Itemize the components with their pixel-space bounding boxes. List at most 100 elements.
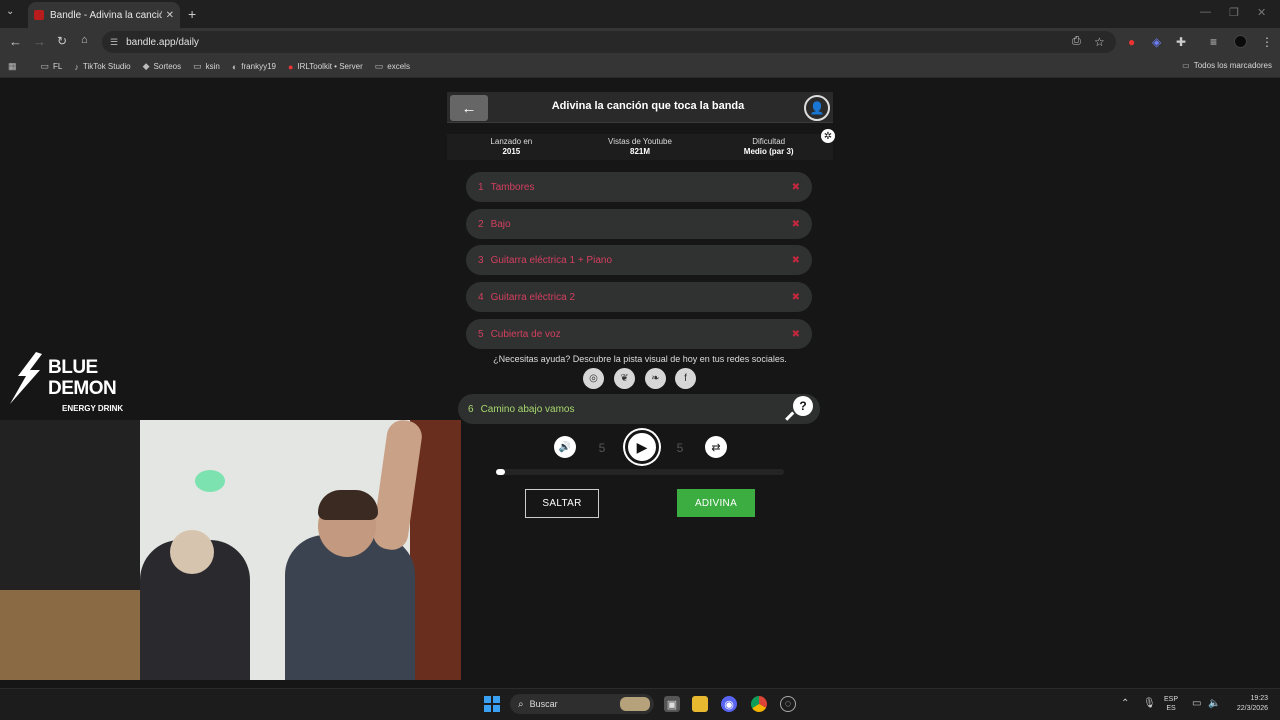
apps-grid-icon[interactable]: ▦: [8, 61, 21, 72]
language-indicator[interactable]: ESP ES: [1164, 695, 1178, 713]
wrong-mark-icon: ✖: [791, 181, 800, 193]
demon-figure-icon: [10, 352, 42, 404]
audio-progress-fill: [496, 469, 505, 475]
wrong-mark-icon: ✖: [791, 254, 800, 266]
current-guess-row[interactable]: 6 Camino abajo vamos: [458, 394, 820, 424]
tiktok-icon: ♪: [74, 61, 79, 72]
views-info: Vistas de Youtube 821M: [608, 137, 672, 156]
twitter-icon[interactable]: ❧: [645, 368, 666, 389]
difficulty-info: Dificultad Medio (par 3): [743, 137, 794, 156]
folder-icon: ▭: [374, 61, 384, 71]
profile-avatar-icon[interactable]: [1234, 35, 1247, 51]
hint-question-icon[interactable]: ?: [793, 396, 813, 416]
profile-button[interactable]: 👤: [804, 95, 830, 121]
kick-icon: ◐: [231, 61, 238, 72]
volume-icon[interactable]: 🔊: [554, 436, 576, 458]
song-info-bar: Lanzado en 2015 Vistas de Youtube 821M D…: [447, 134, 833, 160]
media-control-icon[interactable]: ≡: [1210, 35, 1217, 49]
instrument-row: 2 Bajo ✖: [466, 209, 812, 239]
tray-chevron-icon[interactable]: ⌃: [1121, 698, 1129, 709]
search-highlight-image: [620, 697, 650, 711]
instrument-row: 3 Guitarra eléctrica 1 + Piano ✖: [466, 245, 812, 275]
close-window-icon[interactable]: ✕: [1257, 6, 1266, 19]
brand-line-3: ENERGY DRINK: [62, 404, 124, 413]
skip-button[interactable]: SALTAR: [525, 489, 599, 518]
all-bookmarks-folder[interactable]: ▭ Todos los marcadores: [1182, 61, 1272, 70]
minimize-icon[interactable]: —: [1200, 6, 1211, 18]
bookmark-sorteos[interactable]: ◆ Sorteos: [143, 61, 182, 72]
tab-search-chevron-icon[interactable]: ⌄: [6, 6, 14, 17]
gem-icon: ◆: [142, 61, 150, 71]
play-button[interactable]: ▶: [625, 430, 659, 464]
app-icon[interactable]: ◌: [780, 696, 796, 712]
forward-icon[interactable]: 5: [671, 439, 689, 457]
discord-icon[interactable]: ◉: [721, 696, 737, 712]
install-app-icon[interactable]: ⎙: [1072, 35, 1081, 48]
task-view-icon[interactable]: ▣: [664, 696, 680, 712]
bookmark-excels[interactable]: ▭ excels: [375, 61, 410, 72]
browser-tab[interactable]: Bandle - Adivina la canción, u ✕: [28, 2, 180, 28]
back-button[interactable]: ←: [450, 95, 488, 121]
folder-icon: ▭: [193, 61, 202, 71]
instagram-icon[interactable]: ◎: [583, 368, 604, 389]
extensions-puzzle-icon[interactable]: ✚: [1176, 35, 1186, 49]
search-icon: ⌕: [518, 698, 524, 710]
url-text: bandle.app/daily: [126, 36, 199, 48]
brand-line-1: BLUE: [48, 357, 98, 378]
clock[interactable]: 19:23 22/3/2026: [1224, 694, 1268, 714]
bookmark-ksin[interactable]: ▭ ksin: [193, 61, 220, 72]
instrument-row: 4 Guitarra eléctrica 2 ✖: [466, 282, 812, 312]
current-guess-text: Camino abajo vamos: [480, 403, 575, 415]
bluesky-icon[interactable]: ❦: [614, 368, 635, 389]
bandle-favicon-icon: [34, 10, 44, 20]
speaker-icon[interactable]: 🔈: [1208, 698, 1220, 709]
bookmarks-bar: ▦ ▭ FL ♪ TikTok Studio ◆ Sorteos ▭ ksin ◐ fra…: [0, 56, 1280, 78]
network-icon[interactable]: ▭: [1192, 698, 1201, 709]
irltoolkit-icon: ●: [287, 61, 294, 72]
bookmark-irltoolkit[interactable]: ● IRLToolkit • Server: [288, 62, 363, 72]
play-icon: ▶: [636, 438, 648, 455]
user-icon: 👤: [809, 101, 825, 115]
facebook-icon[interactable]: f: [675, 368, 696, 389]
audio-progress-track[interactable]: [496, 469, 784, 475]
bookmark-star-icon[interactable]: ☆: [1094, 35, 1105, 49]
blue-demon-logo: BLUE DEMON ENERGY DRINK: [6, 346, 130, 416]
bookmark-tiktok-studio[interactable]: ♪ TikTok Studio: [74, 62, 130, 72]
wrong-mark-icon: ✖: [791, 328, 800, 340]
bookmark-fl[interactable]: ▭ FL: [41, 61, 63, 72]
reload-icon[interactable]: ↻: [57, 34, 67, 48]
address-bar[interactable]: ☰ bandle.app/daily: [102, 31, 1116, 53]
taskbar-search[interactable]: ⌕ Buscar: [510, 694, 654, 714]
home-icon[interactable]: ⌂: [81, 34, 88, 46]
guess-button[interactable]: ADIVINA: [677, 489, 755, 517]
forward-nav-icon[interactable]: →: [33, 34, 46, 49]
help-text: ¿Necesitas ayuda? Descubre la pista visu…: [493, 354, 787, 364]
bookmark-frankyy19[interactable]: ◐ frankyy19: [232, 62, 276, 72]
wrong-mark-icon: ✖: [791, 218, 800, 230]
folder-icon: ▭: [40, 61, 50, 71]
game-title: Adivina la canción que toca la banda: [551, 100, 745, 112]
brand-line-2: DEMON: [48, 378, 117, 399]
browser-menu-icon[interactable]: ⋮: [1261, 35, 1273, 49]
new-tab-button[interactable]: +: [188, 6, 196, 22]
instrument-row: 1 Tambores ✖: [466, 172, 812, 202]
tab-title: Bandle - Adivina la canción, u: [50, 9, 162, 21]
site-info-icon[interactable]: ☰: [110, 37, 118, 48]
settings-gear-icon[interactable]: ✲: [821, 129, 835, 143]
maximize-icon[interactable]: ❐: [1229, 6, 1239, 19]
wrong-mark-icon: ✖: [791, 291, 800, 303]
close-tab-icon[interactable]: ✕: [166, 10, 174, 21]
webcam-feed: [0, 420, 461, 680]
microphone-icon[interactable]: 🎙: [1143, 698, 1156, 709]
file-explorer-icon[interactable]: [692, 696, 708, 712]
arrow-left-icon: ←: [461, 99, 477, 117]
instrument-row: 5 Cubierta de voz ✖: [466, 319, 812, 349]
chrome-icon[interactable]: [751, 696, 767, 712]
back-nav-icon[interactable]: ←: [9, 34, 22, 49]
windows-start-icon[interactable]: [484, 696, 500, 712]
released-info: Lanzado en 2015: [490, 137, 533, 156]
extension-cursor-icon[interactable]: ◈: [1152, 35, 1161, 49]
extension-record-icon[interactable]: ●: [1128, 35, 1135, 49]
rewind-icon[interactable]: 5: [593, 439, 611, 457]
loop-off-icon[interactable]: ⇄: [705, 436, 727, 458]
